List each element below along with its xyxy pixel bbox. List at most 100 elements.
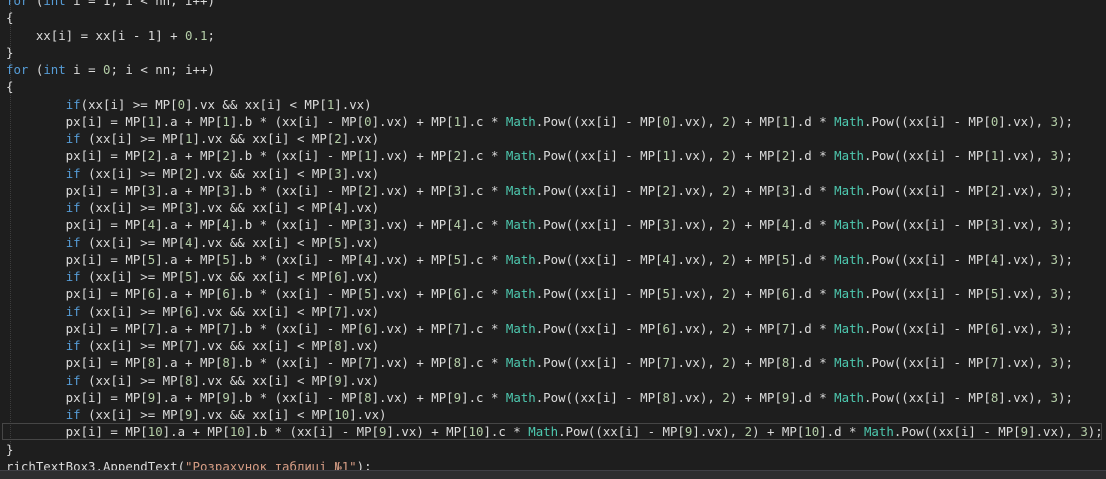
code-line: if (xx[i] >= MP[6].vx && xx[i] < MP[7].v… [6, 303, 379, 320]
code-line: if (xx[i] >= MP[9].vx && xx[i] < MP[10].… [6, 406, 387, 423]
code-token-txt: (xx[i] >= MP[ [80, 165, 186, 181]
code-token-txt: ].a + MP[ [155, 389, 223, 405]
code-token-txt: px[i] = MP[ [6, 217, 148, 233]
code-token-txt: .Pow((xx[i] - MP[ [535, 355, 663, 371]
code-token-num: 3 [334, 165, 342, 181]
code-token-txt: ].vx), [670, 286, 723, 302]
code-token-ty: Math [505, 113, 536, 129]
code-line: if (xx[i] >= MP[3].vx && xx[i] < MP[4].v… [6, 199, 379, 216]
code-token-txt: ].a + MP[ [155, 286, 223, 302]
code-token-num: 9 [1020, 424, 1029, 440]
code-token-num: 4 [662, 251, 671, 267]
code-token-num: 10 [334, 407, 350, 422]
code-token-txt: ); [1057, 113, 1073, 129]
code-token-num: 10 [229, 424, 245, 440]
code-token-txt: ].vx) + MP[ [371, 355, 454, 371]
code-token-txt: ].vx) [341, 338, 380, 353]
code-token-num: 2 [662, 182, 671, 198]
code-token-txt: ].d * [789, 320, 835, 336]
code-token-txt: ].d * [789, 148, 835, 164]
code-token-txt: ; i < nn; i++) [110, 62, 215, 77]
code-token-num: 0 [662, 113, 671, 129]
code-editor[interactable]: for (int i = 1; i < nn; i++){ xx[i] = xx… [0, 0, 1106, 479]
code-token-num: 3 [453, 182, 462, 198]
code-token-num: 4 [364, 251, 372, 267]
code-token-num: 3 [1050, 320, 1058, 336]
code-token-ty: Math [834, 320, 864, 336]
code-token-txt: (xx[i] >= MP[ [80, 338, 186, 353]
code-token-txt: ].vx) + MP[ [386, 424, 469, 440]
code-token-num: 6 [662, 320, 671, 336]
code-token-txt: ].vx), [670, 389, 723, 405]
code-token-txt: px[i] = MP[ [6, 320, 148, 336]
code-token-txt: ].vx) + MP[ [371, 182, 454, 198]
code-token-txt: ); [1057, 286, 1073, 302]
code-token-num: 9 [185, 407, 193, 422]
code-line: xx[i] = xx[i - 1] + 0.1; [6, 27, 215, 44]
code-token-num: 8 [364, 389, 372, 405]
code-token-txt: ].c * [483, 424, 529, 440]
code-token-num: 7 [334, 303, 342, 319]
code-token-num: 8 [453, 355, 462, 371]
code-token-ty: Math [863, 424, 894, 440]
code-token-txt: ].c * [461, 148, 506, 164]
code-token-txt: ) + MP[ [729, 355, 782, 371]
code-token-num: 10 [468, 424, 484, 440]
code-token-kw: if [65, 407, 81, 422]
code-token-num: 9 [334, 372, 342, 388]
code-token-txt: ].b * (xx[i] - MP[ [229, 286, 365, 302]
horizontal-scrollbar[interactable] [0, 470, 1106, 479]
code-token-num: 7 [453, 320, 462, 336]
code-token-num: 4 [334, 200, 342, 215]
code-token-txt: ].vx), [670, 182, 723, 198]
code-token-txt: ); [1087, 424, 1103, 440]
code-token-num: 3 [1050, 389, 1058, 405]
code-token-num: 5 [334, 234, 342, 250]
code-token-txt: ].b * (xx[i] - MP[ [229, 320, 365, 336]
code-token-txt: .Pow((xx[i] - MP[ [535, 251, 663, 267]
code-token-txt: ].vx) [341, 165, 380, 181]
code-token-txt: ].vx) [341, 269, 380, 284]
code-token-txt: px[i] = MP[ [6, 286, 148, 302]
code-token-num: 6 [222, 286, 230, 302]
code-token-txt: ].d * [789, 182, 835, 198]
code-token-txt: ].vx) + MP[ [371, 148, 454, 164]
code-token-txt: (xx[i] >= MP[ [80, 200, 186, 215]
code-line: } [6, 44, 13, 61]
code-token-txt: ].vx), [998, 148, 1051, 164]
code-token-ty: Math [528, 424, 559, 440]
code-token-kw: if [65, 96, 81, 112]
code-token-ty: Math [505, 355, 536, 371]
code-token-num: 1 [453, 113, 462, 129]
code-token-num: 3 [662, 217, 671, 233]
code-token-txt: (xx[i] >= MP[ [80, 303, 186, 319]
code-token-txt: ].vx && xx[i] < MP[ [192, 234, 335, 250]
code-token-txt: .Pow((xx[i] - MP[ [864, 355, 991, 371]
code-token-txt: ].d * [789, 217, 835, 233]
code-token-txt: ) + MP[ [729, 113, 782, 129]
code-token-txt: .Pow((xx[i] - MP[ [535, 113, 663, 129]
code-token-ty: Math [505, 148, 536, 164]
code-line: px[i] = MP[5].a + MP[5].b * (xx[i] - MP[… [6, 251, 1073, 268]
code-token-num: 2 [722, 182, 730, 198]
code-token-txt: ].vx && xx[i] < MP[ [192, 338, 335, 353]
code-token-num: 2 [722, 320, 730, 336]
code-token-num: 0 [177, 96, 186, 112]
code-token-num: 8 [334, 338, 342, 353]
code-line: if (xx[i] >= MP[4].vx && xx[i] < MP[5].v… [6, 234, 379, 251]
code-token-txt: (xx[i] >= MP[ [80, 269, 186, 284]
code-token-txt: ].vx && xx[i] < MP[ [192, 165, 335, 181]
code-token-num: 5 [453, 251, 462, 267]
code-token-txt: px[i] = MP[ [6, 389, 148, 405]
code-token-txt: .Pow((xx[i] - MP[ [864, 286, 991, 302]
code-token-txt: ); [1057, 355, 1073, 371]
code-token-txt: px[i] = MP[ [6, 424, 148, 440]
code-token-ty: Math [505, 389, 536, 405]
code-token-num: 2 [722, 389, 730, 405]
code-token-txt: ( [28, 62, 44, 77]
code-token-txt: ].b * (xx[i] - MP[ [244, 424, 380, 440]
